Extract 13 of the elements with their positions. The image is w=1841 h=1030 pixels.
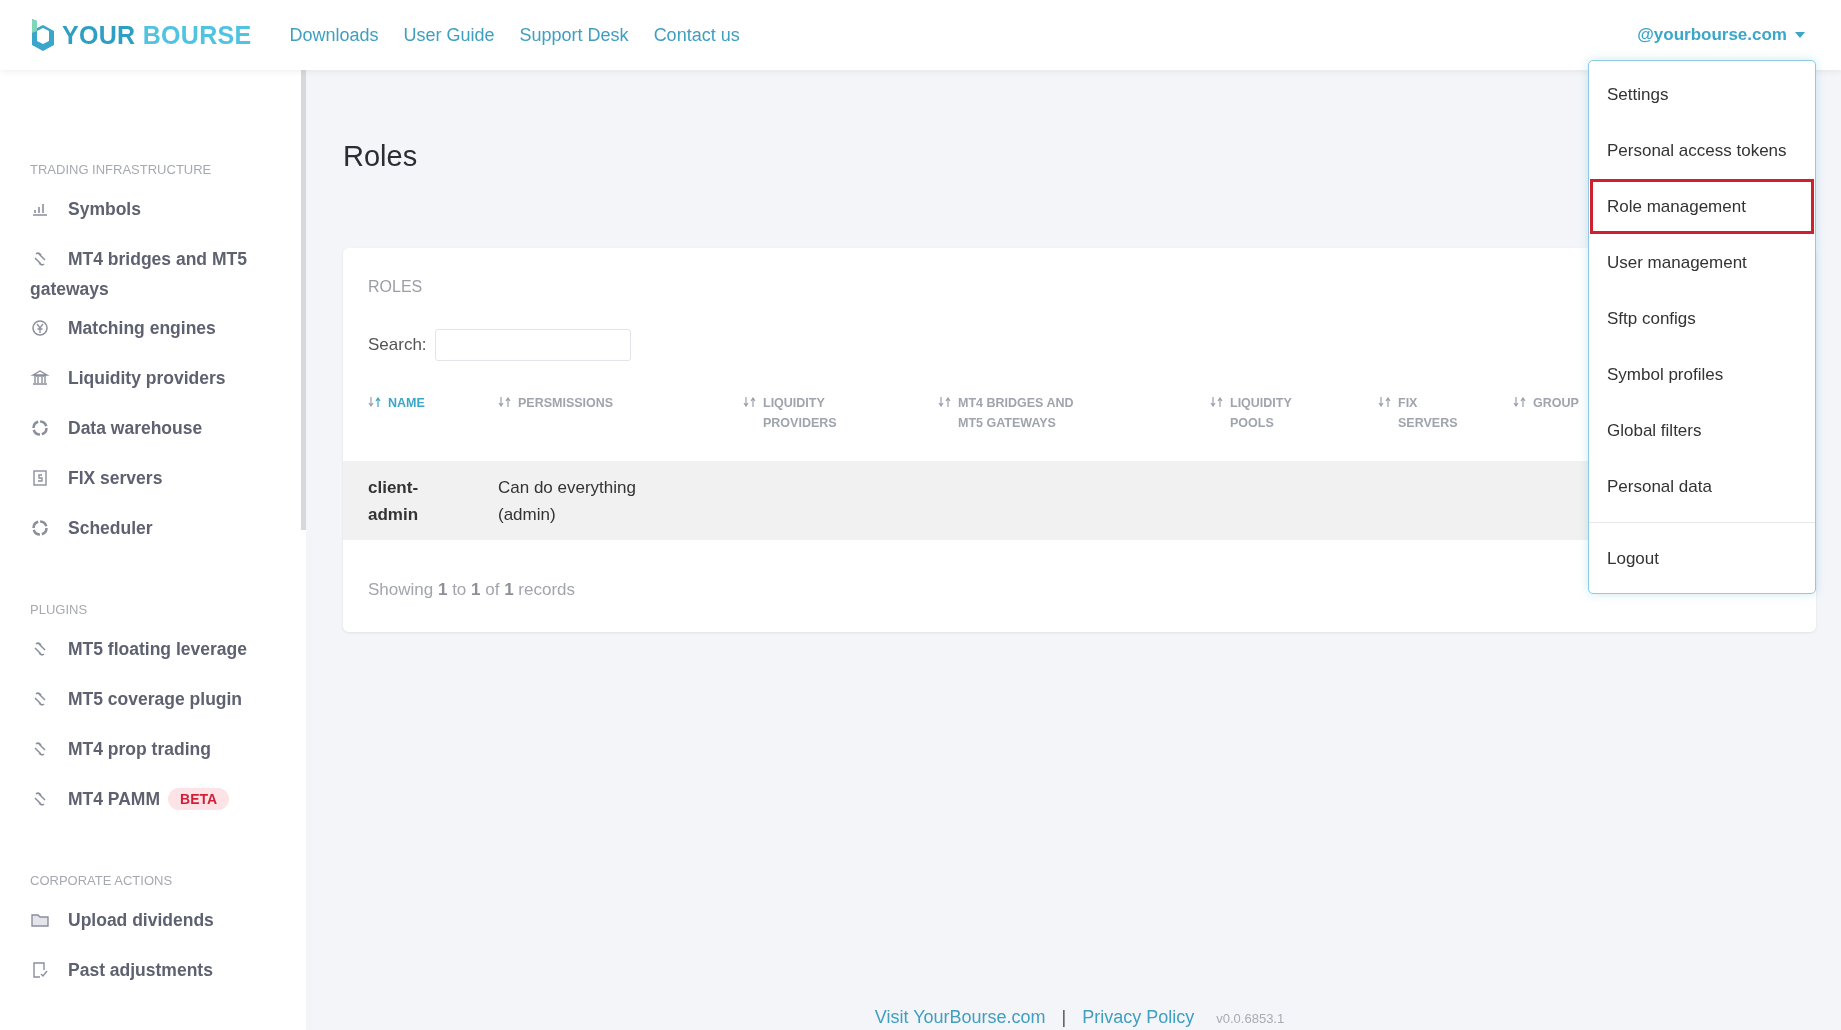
logo-text: YOUR BOURSE	[62, 20, 252, 50]
section-heading: PLUGINS	[29, 602, 89, 617]
version-text: v0.0.6853.1	[1216, 1011, 1285, 1026]
page-title: Roles	[343, 140, 418, 173]
section-heading: TRADING INFRASTRUCTURE	[29, 162, 213, 177]
section-heading: CORPORATE ACTIONS	[29, 873, 174, 888]
card-title: ROLES	[367, 278, 424, 296]
table-cell-text: client-admin	[368, 477, 420, 526]
beta-badge: BETA	[168, 788, 230, 810]
separator: |	[1061, 1007, 1067, 1028]
records-info: Showing 1 to 1 of 1 records	[367, 580, 576, 600]
search-label: Search:	[368, 335, 427, 355]
table-cell-text: Can do everything (admin)	[498, 477, 637, 526]
